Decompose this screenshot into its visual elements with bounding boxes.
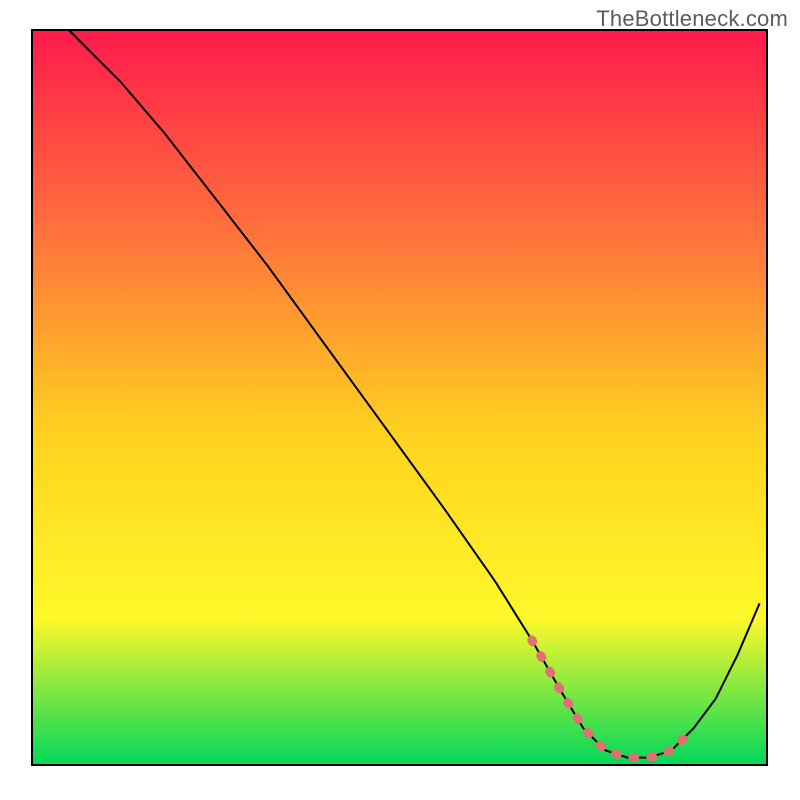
- chart-svg: [0, 0, 800, 800]
- watermark-text: TheBottleneck.com: [596, 6, 788, 32]
- chart-container: TheBottleneck.com: [0, 0, 800, 800]
- gradient-background: [32, 30, 767, 765]
